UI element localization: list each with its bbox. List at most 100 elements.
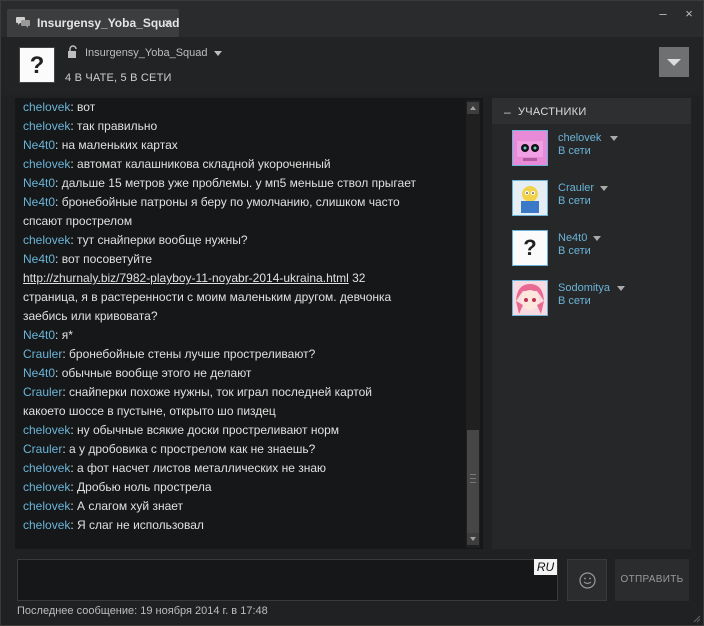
message-author[interactable]: chelovek bbox=[23, 423, 70, 437]
message-author[interactable]: Crauler bbox=[23, 442, 62, 456]
member-name: Ne4t0 bbox=[558, 232, 588, 244]
author-separator: : bbox=[55, 176, 62, 190]
message-text: а у дробовика с прострелом как не знаешь… bbox=[69, 442, 316, 456]
message-author[interactable]: chelovek bbox=[23, 119, 70, 133]
message-author[interactable]: chelovek bbox=[23, 480, 70, 494]
chevron-down-icon[interactable] bbox=[610, 136, 618, 141]
author-separator: : bbox=[55, 328, 62, 342]
message-text: автомат калашникова складной укороченный bbox=[77, 157, 331, 171]
members-header[interactable]: – УЧАСТНИКИ bbox=[492, 98, 691, 124]
group-status: 4 В ЧАТЕ, 5 В СЕТИ bbox=[65, 72, 172, 84]
member-sodomitya[interactable]: Sodomitya В сети bbox=[512, 280, 687, 318]
author-separator: : bbox=[55, 195, 62, 209]
message-text: А слагом хуй знает bbox=[77, 499, 184, 513]
chat-message: Ne4t0: я* bbox=[23, 326, 463, 345]
tab-group-chat[interactable]: Insurgensy_Yoba_Squad × bbox=[7, 9, 179, 37]
chevron-down-icon[interactable] bbox=[593, 236, 601, 241]
message-author[interactable]: Crauler bbox=[23, 385, 62, 399]
message-author[interactable]: Ne4t0 bbox=[23, 328, 55, 342]
message-author[interactable]: chelovek bbox=[23, 233, 70, 247]
group-name[interactable]: Insurgensy_Yoba_Squad bbox=[85, 47, 208, 59]
scroll-down-button[interactable] bbox=[467, 533, 479, 545]
message-author[interactable]: chelovek bbox=[23, 157, 70, 171]
message-text: спсают прострелом bbox=[23, 214, 133, 228]
chat-message: заебись или кривовата? bbox=[23, 307, 463, 326]
message-author[interactable]: Ne4t0 bbox=[23, 252, 55, 266]
message-text: на маленьких картах bbox=[61, 138, 178, 152]
chat-message: chelovek: А слагом хуй знает bbox=[23, 497, 463, 516]
chat-message: Crauler: снайперки похоже нужны, ток игр… bbox=[23, 383, 463, 402]
language-indicator: RU bbox=[534, 559, 557, 575]
unlock-icon bbox=[68, 45, 77, 58]
message-author[interactable]: chelovek bbox=[23, 518, 70, 532]
tab-close-icon[interactable]: × bbox=[164, 16, 172, 29]
chat-message: страница, я в растеренности с моим мален… bbox=[23, 288, 463, 307]
collapse-icon[interactable]: – bbox=[504, 105, 511, 119]
member-status: В сети bbox=[558, 295, 591, 307]
message-text: Дробью ноль прострела bbox=[77, 480, 212, 494]
chat-message: Ne4t0: вот посоветуйте bbox=[23, 250, 463, 269]
send-button[interactable]: ОТПРАВИТЬ bbox=[615, 559, 689, 601]
message-text: дальше 15 метров уже проблемы. у мп5 мен… bbox=[61, 176, 416, 190]
chat-message: chelovek: Я слаг не использовал bbox=[23, 516, 463, 535]
scroll-up-button[interactable] bbox=[467, 102, 479, 114]
chat-message: chelovek: Дробью ноль прострела bbox=[23, 478, 463, 497]
chat-message: Ne4t0: дальше 15 метров уже проблемы. у … bbox=[23, 174, 463, 193]
chat-message: chelovek: ну обычные всякие доски простр… bbox=[23, 421, 463, 440]
message-text: вот посоветуйте bbox=[61, 252, 153, 266]
arrow-down-icon bbox=[470, 537, 476, 541]
message-text: какоето шоссе в пустыне, открыто шо пизд… bbox=[23, 404, 276, 418]
member-name: Crauler bbox=[558, 182, 595, 194]
close-button[interactable]: × bbox=[681, 6, 697, 22]
avatar bbox=[512, 280, 548, 316]
message-link[interactable]: http://zhurnaly.biz/7982-playboy-11-noya… bbox=[23, 271, 349, 285]
members-panel: – УЧАСТНИКИ chelovek В сети Crauler В се… bbox=[492, 98, 691, 549]
chat-message: chelovek: а фот насчет листов металличес… bbox=[23, 459, 463, 478]
emoticon-button[interactable] bbox=[567, 559, 607, 601]
anime-avatar-icon bbox=[513, 281, 547, 315]
avatar bbox=[512, 180, 548, 216]
member-ne4t0[interactable]: ? Ne4t0 В сети bbox=[512, 230, 687, 268]
chat-log: chelovek: вот chelovek: так правильно Ne4t… bbox=[15, 98, 483, 549]
message-text: ну обычные всякие доски простреливают но… bbox=[77, 423, 340, 437]
header-menu-button[interactable] bbox=[659, 47, 689, 77]
message-input[interactable] bbox=[17, 559, 558, 601]
minimize-button[interactable]: – bbox=[655, 6, 671, 22]
message-text: бронебойные патроны я беру по умолчанию,… bbox=[61, 195, 400, 209]
member-status: В сети bbox=[558, 195, 591, 207]
member-status: В сети bbox=[558, 145, 591, 157]
robot-avatar-icon bbox=[513, 131, 547, 165]
message-author[interactable]: Ne4t0 bbox=[23, 195, 55, 209]
group-avatar[interactable]: ? bbox=[19, 47, 55, 83]
message-list: chelovek: вот chelovek: так правильно Ne4t… bbox=[23, 98, 463, 549]
chat-window: Insurgensy_Yoba_Squad × – × ? Insurgensy… bbox=[0, 0, 704, 626]
chevron-down-icon[interactable] bbox=[617, 286, 625, 291]
message-author[interactable]: Crauler bbox=[23, 347, 62, 361]
cartoon-avatar-icon bbox=[513, 181, 547, 215]
avatar: ? bbox=[512, 230, 548, 266]
message-author[interactable]: Ne4t0 bbox=[23, 176, 55, 190]
chat-message: chelovek: так правильно bbox=[23, 117, 463, 136]
chat-message: Ne4t0: бронебойные патроны я беру по умо… bbox=[23, 193, 463, 212]
smiley-icon bbox=[579, 572, 596, 589]
scroll-thumb[interactable] bbox=[467, 430, 479, 533]
message-text: заебись или кривовата? bbox=[23, 309, 158, 323]
author-separator: : bbox=[55, 366, 62, 380]
member-crauler[interactable]: Crauler В сети bbox=[512, 180, 687, 218]
chat-message: какоето шоссе в пустыне, открыто шо пизд… bbox=[23, 402, 463, 421]
arrow-up-icon bbox=[470, 106, 476, 110]
chevron-down-icon[interactable] bbox=[600, 186, 608, 191]
chat-bubbles-icon bbox=[16, 17, 30, 28]
member-status: В сети bbox=[558, 245, 591, 257]
resize-grip-icon[interactable] bbox=[691, 613, 701, 623]
message-author[interactable]: chelovek bbox=[23, 100, 70, 114]
chat-scrollbar[interactable] bbox=[466, 100, 480, 548]
message-author[interactable]: chelovek bbox=[23, 499, 70, 513]
message-author[interactable]: Ne4t0 bbox=[23, 366, 55, 380]
message-author[interactable]: Ne4t0 bbox=[23, 138, 55, 152]
chat-message: Ne4t0: обычные вообще этого не делают bbox=[23, 364, 463, 383]
chevron-down-icon[interactable] bbox=[214, 51, 222, 56]
member-chelovek[interactable]: chelovek В сети bbox=[512, 130, 687, 168]
chat-message: http://zhurnaly.biz/7982-playboy-11-noya… bbox=[23, 269, 463, 288]
message-author[interactable]: chelovek bbox=[23, 461, 70, 475]
